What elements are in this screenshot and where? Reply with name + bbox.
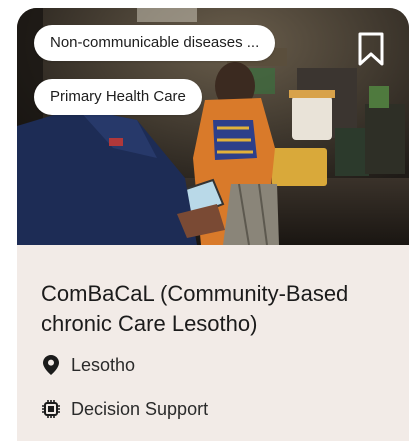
map-pin-icon — [41, 353, 61, 377]
project-card[interactable]: Non-communicable diseases ... Primary He… — [17, 8, 409, 441]
project-photo: Non-communicable diseases ... Primary He… — [17, 8, 409, 245]
tag-chip-label: Non-communicable diseases ... — [50, 34, 260, 51]
category-label: Decision Support — [71, 398, 209, 419]
card-title[interactable]: ComBaCaL (Community-Based chronic Care L… — [41, 279, 391, 339]
tag-chip-primary-health-care[interactable]: Primary Health Care — [34, 79, 202, 115]
tag-chip-ncd[interactable]: Non-communicable diseases ... — [34, 25, 276, 61]
card-body: ComBaCaL (Community-Based chronic Care L… — [17, 245, 409, 441]
bookmark-button[interactable] — [350, 28, 392, 70]
location-label: Lesotho — [71, 354, 136, 375]
location-row: Lesotho — [41, 353, 135, 377]
bookmark-icon — [358, 32, 384, 66]
tag-chip-label: Primary Health Care — [50, 88, 186, 105]
category-row: Decision Support — [41, 397, 208, 421]
cpu-chip-icon — [41, 397, 61, 421]
